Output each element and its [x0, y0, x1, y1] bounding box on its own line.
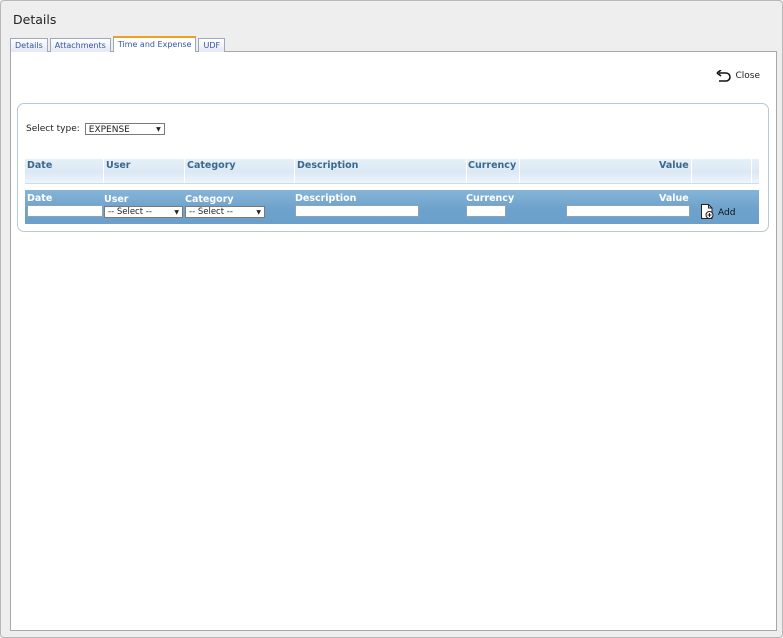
description-input[interactable] — [295, 205, 419, 217]
column-header-date: Date — [27, 160, 53, 171]
type-select[interactable]: EXPENSE ▼ — [84, 123, 165, 135]
tab-details[interactable]: Details — [10, 38, 48, 52]
close-button[interactable]: Close — [716, 70, 760, 82]
column-divider — [103, 159, 104, 183]
column-divider — [519, 159, 520, 183]
column-divider — [691, 159, 692, 183]
add-description-label: Description — [295, 193, 357, 204]
column-header-user: User — [106, 160, 131, 171]
expense-section: Select type: EXPENSE ▼ Date User Categor… — [17, 103, 769, 232]
add-document-icon — [700, 203, 715, 223]
type-select-value: EXPENSE — [88, 125, 130, 135]
add-expense-row: Date User -- Select -- ▼ Category -- Sel… — [25, 190, 759, 224]
dropdown-arrow-icon: ▼ — [256, 209, 261, 216]
tab-udf[interactable]: UDF — [198, 38, 226, 52]
tab-attachments[interactable]: Attachments — [49, 38, 111, 52]
column-header-description: Description — [297, 160, 359, 171]
currency-input[interactable] — [466, 205, 506, 217]
type-label: Select type: — [26, 124, 80, 134]
tab-bar: Details Attachments Time and Expense UDF — [10, 36, 226, 52]
dialog-title: Details — [13, 12, 57, 27]
add-button[interactable]: Add — [700, 203, 735, 223]
add-date-label: Date — [27, 193, 53, 204]
table-header: Date User Category Description Currency … — [25, 159, 759, 184]
column-divider — [466, 159, 467, 183]
user-select-value: -- Select -- — [108, 207, 152, 217]
add-category-label: Category — [185, 194, 234, 205]
column-header-value: Value — [659, 160, 689, 171]
value-input[interactable] — [566, 205, 690, 217]
column-divider — [751, 159, 752, 183]
add-value-label: Value — [659, 193, 689, 204]
add-user-label: User — [104, 194, 129, 205]
tab-time-and-expense[interactable]: Time and Expense — [112, 36, 197, 52]
column-divider — [294, 159, 295, 183]
category-select-value: -- Select -- — [189, 207, 233, 217]
dropdown-arrow-icon: ▼ — [174, 209, 179, 216]
details-dialog: Details Details Attachments Time and Exp… — [0, 0, 783, 638]
dropdown-arrow-icon: ▼ — [156, 126, 161, 133]
column-header-currency: Currency — [468, 160, 517, 171]
column-divider — [184, 159, 185, 183]
add-label: Add — [718, 208, 736, 218]
user-select[interactable]: -- Select -- ▼ — [104, 206, 183, 218]
date-input[interactable] — [27, 205, 103, 217]
undo-arrow-icon — [716, 70, 732, 82]
category-select[interactable]: -- Select -- ▼ — [185, 206, 265, 218]
close-label: Close — [735, 71, 760, 81]
add-currency-label: Currency — [466, 193, 515, 204]
tab-panel: Close Select type: EXPENSE ▼ Date User C… — [10, 51, 777, 631]
column-header-category: Category — [187, 160, 236, 171]
type-selector-row: Select type: EXPENSE ▼ — [26, 123, 165, 135]
